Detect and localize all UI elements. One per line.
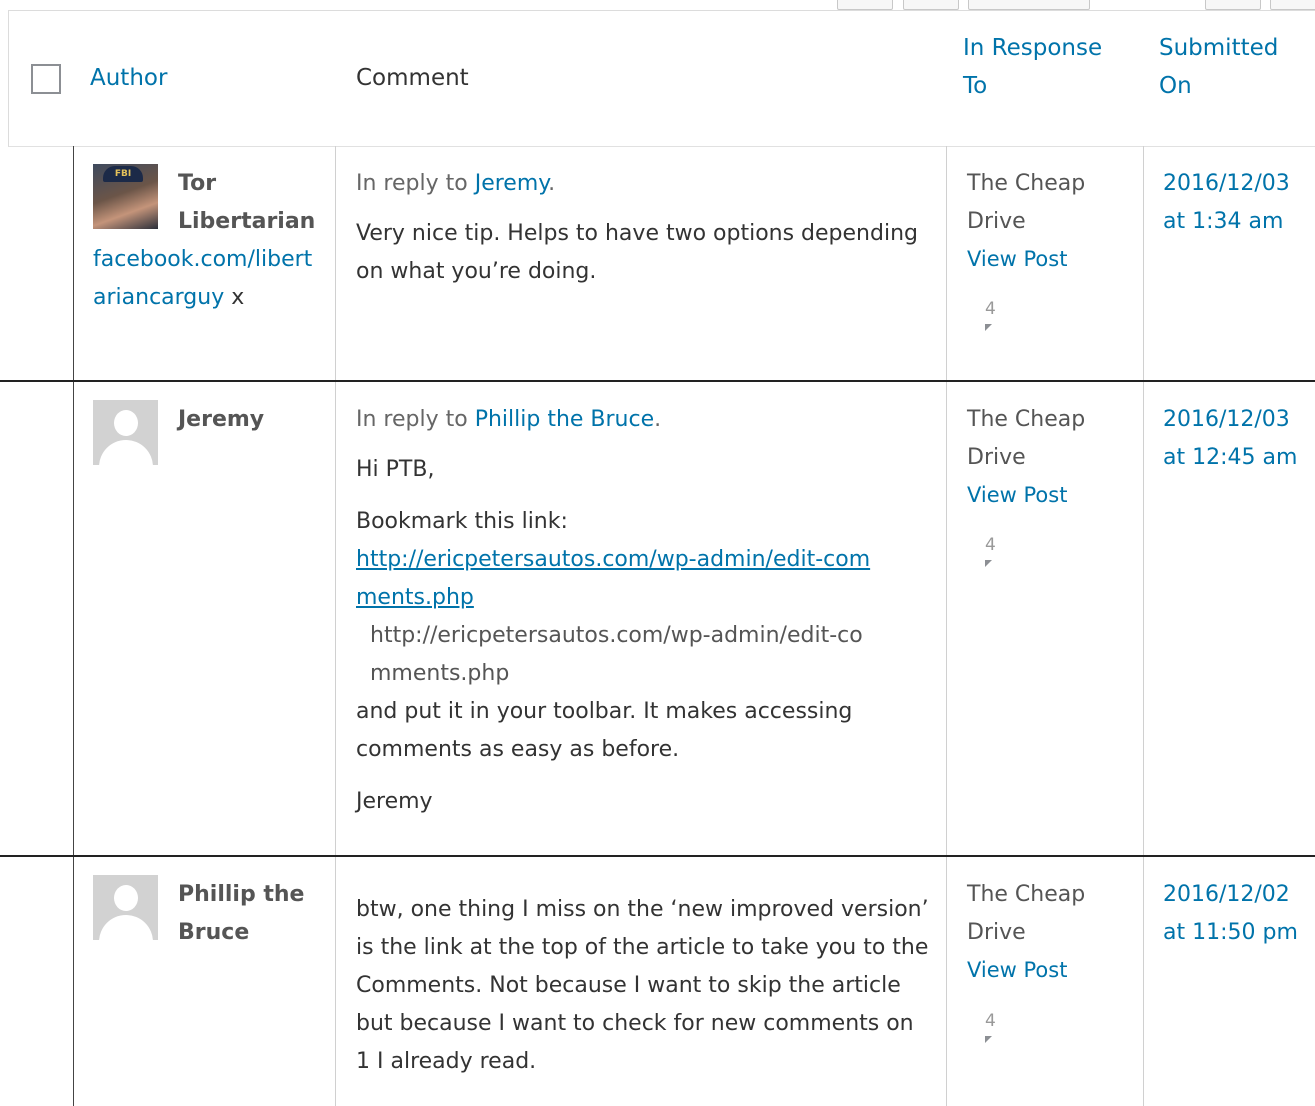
pagination-current-page-input[interactable] — [968, 0, 1090, 10]
comment-signoff: Jeremy — [356, 789, 433, 814]
comment-body: In reply to Jeremy. Very nice tip. Helps… — [356, 165, 931, 305]
row-divider — [0, 855, 1315, 857]
reply-prefix: In reply to — [356, 171, 475, 196]
in-response-to-cell: The Cheap Drive View Post — [967, 876, 1127, 988]
comment-paragraph: and put it in your toolbar. It makes acc… — [356, 699, 853, 762]
comment-bookmark-text: Bookmark this link: — [356, 509, 568, 534]
comment-bubble-icon — [985, 324, 992, 331]
column-divider — [335, 146, 336, 1106]
comment-author-url-block: facebook.com/libertariancarguy x — [93, 241, 323, 317]
view-post-link[interactable]: View Post — [967, 477, 1127, 513]
reply-prefix: In reply to — [356, 407, 475, 432]
comment-count: 4 — [985, 299, 996, 319]
reply-suffix: . — [654, 407, 662, 432]
view-post-link[interactable]: View Post — [967, 952, 1127, 988]
submitted-on-link[interactable]: 2016/12/03 at 12:45 am — [1163, 401, 1313, 477]
submitted-on-link[interactable]: 2016/12/02 at 11:50 pm — [1163, 876, 1313, 952]
avatar — [93, 400, 158, 465]
response-post-title: The Cheap Drive — [967, 171, 1086, 234]
pagination-last-button[interactable] — [1270, 0, 1315, 10]
reply-to-link[interactable]: Jeremy — [475, 171, 548, 196]
avatar-body-icon — [99, 915, 153, 940]
column-author-header[interactable]: Author — [90, 59, 167, 97]
comment-author-name: Jeremy — [178, 407, 265, 432]
comment-author-name: Phillip the Bruce — [178, 882, 305, 945]
comment-author-url-suffix: x — [231, 285, 245, 310]
in-reply-to: In reply to Jeremy. — [356, 165, 931, 203]
comment-body: In reply to Phillip the Bruce. Hi PTB, B… — [356, 401, 931, 835]
avatar-head-icon — [114, 410, 138, 436]
comment-count-badge[interactable]: 4 — [985, 1010, 996, 1043]
comment-body: btw, one thing I miss on the ‘new improv… — [356, 891, 931, 1095]
comment-paragraph: Very nice tip. Helps to have two options… — [356, 221, 918, 284]
response-post-title: The Cheap Drive — [967, 882, 1086, 945]
reply-to-link[interactable]: Phillip the Bruce — [475, 407, 654, 432]
in-response-to-cell: The Cheap Drive View Post — [967, 401, 1127, 513]
column-divider — [1143, 146, 1144, 1106]
row-divider — [0, 380, 1315, 382]
comment-count: 4 — [985, 1011, 996, 1031]
comment-link[interactable]: http://ericpetersautos.com/wp-admin/edit… — [356, 541, 876, 617]
reply-suffix: . — [548, 171, 556, 196]
cap-icon: FBI — [103, 166, 143, 182]
avatar-body-icon — [99, 440, 153, 465]
comment-author-url[interactable]: facebook.com/libertariancarguy — [93, 247, 312, 310]
pagination-next-button[interactable] — [1205, 0, 1261, 10]
in-reply-to: In reply to Phillip the Bruce. — [356, 401, 931, 439]
pagination-prev-button[interactable] — [903, 0, 959, 10]
comment-count: 4 — [985, 535, 996, 555]
avatar-head-icon — [114, 885, 138, 911]
submitted-on-link[interactable]: 2016/12/03 at 1:34 am — [1163, 165, 1313, 241]
comment-author-name: Tor Libertarian — [178, 171, 316, 234]
view-post-link[interactable]: View Post — [967, 241, 1127, 277]
comment-count-badge[interactable]: 4 — [985, 298, 996, 331]
column-submitted-on-header[interactable]: Submitted On — [1159, 29, 1309, 105]
avatar — [93, 875, 158, 940]
in-response-to-cell: The Cheap Drive View Post — [967, 165, 1127, 277]
column-in-response-to-header[interactable]: In Response To — [963, 29, 1123, 105]
select-all-checkbox[interactable] — [31, 64, 61, 94]
comment-greeting: Hi PTB, — [356, 457, 435, 482]
response-post-title: The Cheap Drive — [967, 407, 1086, 470]
comment-count-badge[interactable]: 4 — [985, 534, 996, 567]
column-divider — [946, 146, 947, 1106]
column-divider — [73, 146, 74, 1106]
comment-bubble-icon — [985, 560, 992, 567]
comment-link-preview: http://ericpetersautos.com/wp-admin/edit… — [370, 623, 863, 686]
pagination-first-button[interactable] — [837, 0, 893, 10]
column-comment-header: Comment — [356, 65, 469, 91]
avatar: FBI — [93, 164, 158, 229]
comment-paragraph: btw, one thing I miss on the ‘new improv… — [356, 897, 929, 1074]
comment-bubble-icon — [985, 1036, 992, 1043]
